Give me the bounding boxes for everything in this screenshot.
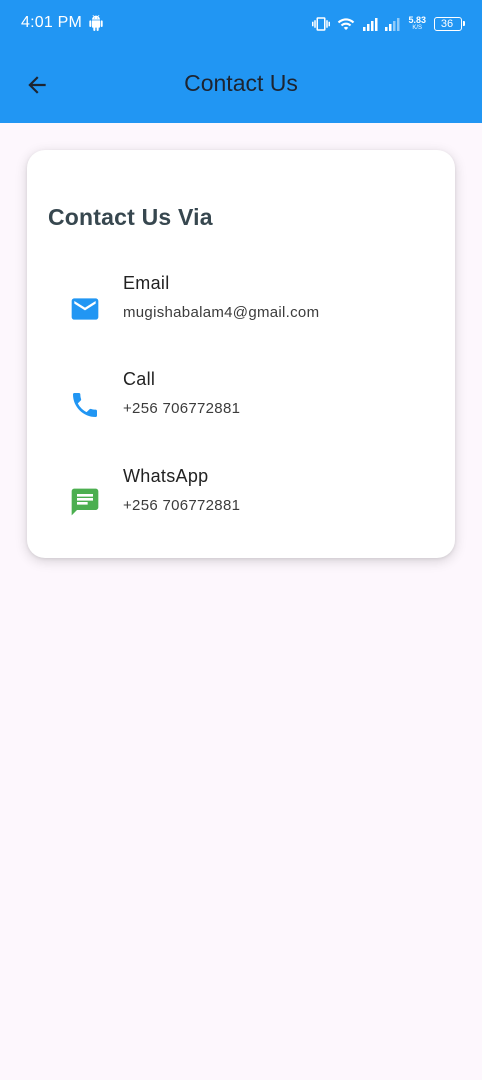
network-speed: 5.83 K/S — [408, 16, 426, 32]
contact-item-title: Email — [123, 273, 170, 293]
contact-item-whatsapp[interactable]: WhatsApp +256 706772881 — [27, 466, 455, 542]
top-bar: 4:01 PM 5.83 K/S 36 Contact Us — [0, 0, 482, 123]
status-time: 4:01 PM — [21, 14, 82, 31]
signal-icon-2 — [385, 18, 400, 31]
phone-icon — [73, 393, 97, 417]
contact-item-title: WhatsApp — [123, 466, 209, 486]
network-speed-unit: K/S — [412, 25, 423, 31]
signal-icon — [363, 18, 378, 31]
battery-indicator: 36 — [434, 17, 465, 31]
page-title: Contact Us — [184, 70, 298, 96]
network-speed-value: 5.83 — [408, 15, 426, 25]
contact-item-title: Call — [123, 369, 156, 389]
contact-item-call[interactable]: Call +256 706772881 — [27, 369, 455, 445]
android-debug-icon — [89, 15, 103, 31]
status-bar: 4:01 PM 5.83 K/S 36 — [0, 0, 482, 48]
contact-item-email[interactable]: Email mugishabalam4@gmail.com — [27, 273, 455, 349]
contact-item-detail: mugishabalam4@gmail.com — [123, 304, 320, 321]
status-indicators: 5.83 K/S 36 — [312, 13, 465, 35]
vibrate-icon — [312, 17, 331, 31]
message-icon — [71, 488, 99, 516]
app-bar: Contact Us — [0, 48, 482, 123]
card-heading: Contact Us Via — [48, 204, 213, 230]
contact-item-detail: +256 706772881 — [123, 400, 241, 417]
battery-level: 36 — [440, 18, 454, 30]
contact-item-detail: +256 706772881 — [123, 497, 241, 514]
email-icon — [71, 298, 99, 320]
wifi-icon — [338, 18, 355, 30]
contact-card: Contact Us Via Email mugishabalam4@gmail… — [27, 150, 455, 558]
